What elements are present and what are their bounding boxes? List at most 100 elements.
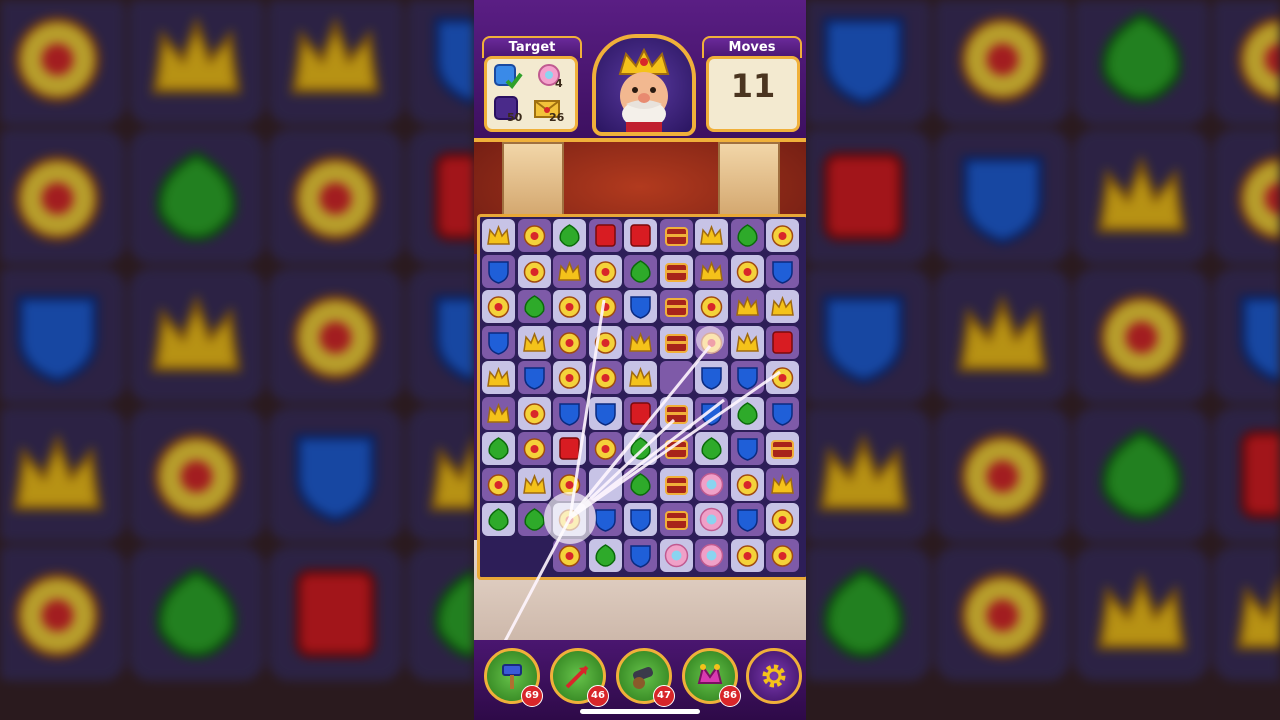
- jester-booster-button[interactable]: 86: [682, 648, 741, 707]
- board-cell[interactable]: [588, 503, 622, 536]
- board-cell[interactable]: [730, 503, 764, 536]
- game-board[interactable]: [477, 214, 806, 580]
- board-cell[interactable]: [730, 290, 764, 323]
- board-cell[interactable]: [730, 361, 764, 394]
- board-cell[interactable]: [482, 290, 515, 323]
- board-cell[interactable]: [766, 396, 799, 430]
- board-cell[interactable]: [588, 538, 622, 572]
- board-cell[interactable]: [553, 503, 586, 536]
- board-cell[interactable]: [517, 219, 551, 252]
- board-cell[interactable]: [659, 467, 693, 501]
- crown-piece-icon: [487, 224, 510, 245]
- board-cell[interactable]: [517, 467, 551, 501]
- board-cell[interactable]: [482, 467, 515, 501]
- board-cell[interactable]: [588, 396, 622, 430]
- board-cell[interactable]: [730, 538, 764, 572]
- board-cell[interactable]: [766, 538, 799, 572]
- board-cell[interactable]: [517, 325, 551, 359]
- board-cell[interactable]: [695, 503, 728, 536]
- board-cell[interactable]: [517, 254, 551, 288]
- board-cell[interactable]: [766, 254, 799, 288]
- board-cell[interactable]: [517, 396, 551, 430]
- board-cell[interactable]: [588, 254, 622, 288]
- board-cell[interactable]: [588, 361, 622, 394]
- board-cell[interactable]: [482, 432, 515, 465]
- board-cell[interactable]: [766, 503, 799, 536]
- board-cell[interactable]: [553, 325, 586, 359]
- board-cell[interactable]: [482, 325, 515, 359]
- board-cell[interactable]: [730, 325, 764, 359]
- hammer-booster-button[interactable]: 69: [484, 648, 543, 707]
- board-cell[interactable]: [730, 467, 764, 501]
- board-cell[interactable]: [695, 538, 728, 572]
- board-cell[interactable]: [659, 503, 693, 536]
- bell-bomb-piece-icon: [594, 296, 616, 318]
- board-cell[interactable]: [517, 503, 551, 536]
- board-cell[interactable]: [624, 503, 657, 536]
- board-cell[interactable]: [482, 396, 515, 430]
- background-tile: [1074, 0, 1209, 125]
- arrow-booster-button[interactable]: 46: [550, 648, 609, 707]
- board-cell[interactable]: [695, 361, 728, 394]
- background-tile: [935, 407, 1070, 542]
- board-cell[interactable]: [517, 290, 551, 323]
- board-cell[interactable]: [659, 432, 693, 465]
- board-cell[interactable]: [624, 432, 657, 465]
- cannon-booster-button[interactable]: 47: [616, 648, 675, 707]
- board-cell[interactable]: [659, 396, 693, 430]
- pillar-right: [718, 142, 780, 216]
- board-cell[interactable]: [624, 538, 657, 572]
- board-cell[interactable]: [482, 503, 515, 536]
- board-cell[interactable]: [553, 361, 586, 394]
- board-cell[interactable]: [588, 432, 622, 465]
- board-cell[interactable]: [659, 290, 693, 323]
- board-cell[interactable]: [517, 361, 551, 394]
- board-cell[interactable]: [695, 467, 728, 501]
- board-cell[interactable]: [659, 219, 693, 252]
- board-cell[interactable]: [766, 361, 799, 394]
- board-cell[interactable]: [517, 432, 551, 465]
- settings-button[interactable]: [746, 648, 802, 704]
- board-cell[interactable]: [553, 538, 586, 572]
- board-cell[interactable]: [624, 361, 657, 394]
- board-cell[interactable]: [624, 254, 657, 288]
- board-cell[interactable]: [766, 467, 799, 501]
- board-cell[interactable]: [730, 396, 764, 430]
- board-cell[interactable]: [624, 219, 657, 252]
- board-cell[interactable]: [695, 325, 728, 359]
- board-cell[interactable]: [588, 325, 622, 359]
- board-cell[interactable]: [659, 254, 693, 288]
- board-cell[interactable]: [553, 254, 586, 288]
- board-cell[interactable]: [695, 290, 728, 323]
- board-cell[interactable]: [766, 325, 799, 359]
- board-cell[interactable]: [624, 396, 657, 430]
- board-cell[interactable]: [695, 219, 728, 252]
- board-cell[interactable]: [624, 290, 657, 323]
- board-cell[interactable]: [695, 254, 728, 288]
- board-cell[interactable]: [588, 290, 622, 323]
- board-cell[interactable]: [695, 432, 728, 465]
- board-cell[interactable]: [588, 467, 622, 501]
- board-cell[interactable]: [730, 432, 764, 465]
- home-indicator[interactable]: [580, 709, 700, 714]
- board-cell[interactable]: [482, 219, 515, 252]
- board-cell[interactable]: [553, 396, 586, 430]
- board-cell[interactable]: [766, 432, 799, 465]
- board-cell[interactable]: [553, 467, 586, 501]
- board-cell[interactable]: [482, 254, 515, 288]
- board-cell[interactable]: [766, 219, 799, 252]
- board-cell[interactable]: [482, 361, 515, 394]
- board-cell[interactable]: [766, 290, 799, 323]
- board-cell[interactable]: [553, 432, 586, 465]
- board-cell[interactable]: [624, 325, 657, 359]
- board-cell[interactable]: [695, 396, 728, 430]
- board-cell[interactable]: [553, 290, 586, 323]
- board-cell[interactable]: [730, 219, 764, 252]
- board-cell[interactable]: [553, 219, 586, 252]
- board-cell[interactable]: [588, 219, 622, 252]
- board-cell[interactable]: [659, 325, 693, 359]
- board-cell[interactable]: [659, 361, 693, 394]
- board-cell[interactable]: [730, 254, 764, 288]
- board-cell[interactable]: [624, 467, 657, 501]
- board-cell[interactable]: [659, 538, 693, 572]
